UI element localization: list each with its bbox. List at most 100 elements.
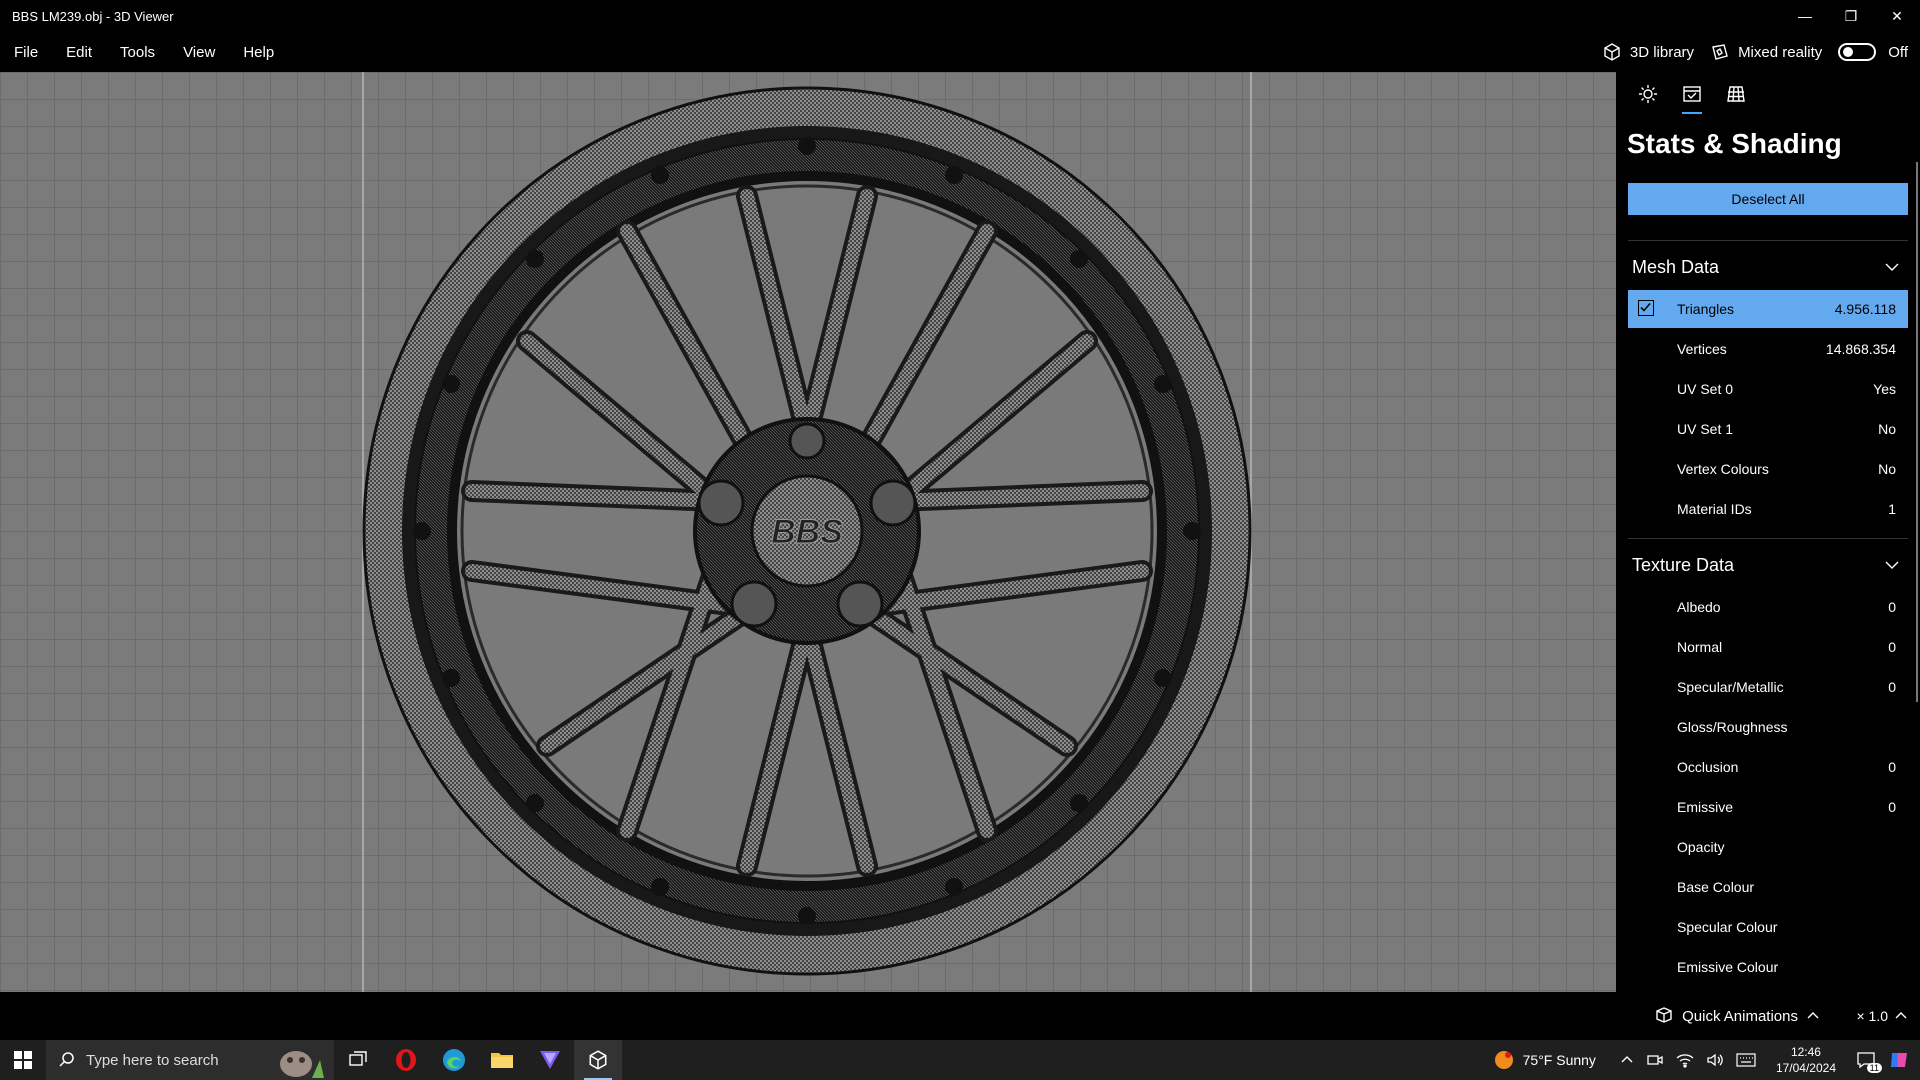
weather-widget[interactable]: 75°F Sunny (1493, 1049, 1596, 1071)
3d-viewport[interactable]: BBS (0, 72, 1616, 992)
texture-row-specular-metallic[interactable]: Specular/Metallic 0 (1628, 668, 1908, 706)
mesh-row-uv-set-1[interactable]: UV Set 1 No (1628, 410, 1908, 448)
animation-speed[interactable]: × 1.0 (1856, 992, 1908, 1040)
sun-weather-icon (1494, 1051, 1513, 1069)
texture-row-gloss-roughness[interactable]: Gloss/Roughness (1628, 708, 1908, 746)
menu-help[interactable]: Help (243, 44, 274, 61)
stats-icon (1683, 86, 1701, 102)
wheel-model[interactable]: BBS (0, 72, 1616, 992)
window-controls: — ❐ ✕ (1782, 0, 1920, 32)
row-label: UV Set 1 (1677, 421, 1734, 437)
taskbar-proton-vpn[interactable] (526, 1040, 574, 1080)
restore-button[interactable]: ❐ (1828, 0, 1874, 32)
menu-tools[interactable]: Tools (120, 44, 155, 61)
mixed-reality-toggle[interactable] (1838, 43, 1877, 61)
3d-library-button[interactable]: 3D library (1602, 42, 1694, 62)
taskbar-edge[interactable] (430, 1040, 478, 1080)
texture-row-specular-colour[interactable]: Specular Colour (1628, 908, 1908, 946)
taskbar-clock[interactable]: 12:46 17/04/2024 (1776, 1044, 1836, 1076)
search-highlight-icon (280, 1051, 324, 1078)
chevron-down-icon (1885, 263, 1899, 271)
menu-edit[interactable]: Edit (66, 44, 92, 61)
row-value: 4.956.118 (1834, 301, 1896, 317)
stats-panel: Stats & Shading Deselect All Mesh Data T… (1616, 72, 1920, 992)
row-label: Emissive (1677, 799, 1734, 815)
wifi-icon[interactable] (1676, 1052, 1694, 1068)
row-value: Yes (1873, 381, 1896, 397)
task-view-icon (349, 1051, 367, 1066)
clock-date: 17/04/2024 (1775, 1061, 1836, 1075)
cube-icon (1604, 43, 1620, 61)
mesh-row-vertices[interactable]: Vertices 14.868.354 (1628, 330, 1908, 368)
clock-time: 12:46 (1790, 1045, 1821, 1059)
texture-row-opacity[interactable]: Opacity (1628, 828, 1908, 866)
taskbar-3d-viewer[interactable] (574, 1040, 622, 1080)
row-value: 0 (1888, 639, 1896, 655)
toggle-knob (1843, 47, 1854, 57)
mesh-row-uv-set-0[interactable]: UV Set 0 Yes (1628, 370, 1908, 408)
row-label: Specular/Metallic (1677, 679, 1784, 695)
menu-file[interactable]: File (14, 44, 38, 61)
mesh-row-triangles[interactable]: Triangles 4.956.118 (1628, 290, 1908, 328)
checkmark-icon (1640, 302, 1651, 312)
meet-now-icon[interactable] (1646, 1052, 1664, 1068)
task-view-button[interactable] (334, 1040, 382, 1080)
menu-view[interactable]: View (183, 44, 215, 61)
row-label: Gloss/Roughness (1677, 719, 1788, 735)
chevron-up-icon[interactable] (1620, 1053, 1634, 1067)
texture-row-emissive[interactable]: Emissive 0 (1628, 788, 1908, 826)
mesh-row-vertex-colours[interactable]: Vertex Colours No (1628, 450, 1908, 488)
row-label: Material IDs (1677, 501, 1752, 517)
cube-icon (589, 1050, 607, 1070)
chevron-down-icon (1885, 561, 1899, 569)
row-label: Triangles (1677, 301, 1735, 317)
mesh-data-header[interactable]: Mesh Data (1628, 240, 1908, 293)
row-label: Emissive Colour (1677, 959, 1779, 975)
taskbar-opera[interactable] (382, 1040, 430, 1080)
chevron-up-icon (1895, 1012, 1907, 1019)
panel-tabs (1626, 84, 1758, 114)
triangles-checkbox[interactable] (1638, 300, 1654, 316)
taskbar-file-explorer[interactable] (478, 1040, 526, 1080)
menu-bar: File Edit Tools View Help 3D library Mix… (0, 32, 1920, 72)
texture-row-albedo[interactable]: Albedo 0 (1628, 588, 1908, 626)
copilot-icon[interactable] (1888, 1049, 1910, 1071)
notifications-button[interactable]: 11 (1856, 1051, 1882, 1073)
start-button[interactable] (0, 1040, 46, 1080)
3d-library-label: 3D library (1629, 43, 1695, 61)
mesh-row-material-ids[interactable]: Material IDs 1 (1628, 490, 1908, 528)
panel-scrollbar[interactable] (1916, 162, 1918, 702)
keyboard-icon[interactable] (1736, 1053, 1756, 1067)
texture-row-occlusion[interactable]: Occlusion 0 (1628, 748, 1908, 786)
row-label: Vertex Colours (1677, 461, 1769, 477)
sun-icon (1639, 85, 1657, 103)
tab-mesh-grid[interactable] (1714, 84, 1758, 114)
texture-row-emissive-colour[interactable]: Emissive Colour (1628, 948, 1908, 986)
mesh-data-title: Mesh Data (1632, 256, 1720, 277)
close-button[interactable]: ✕ (1874, 0, 1920, 32)
texture-row-base-colour[interactable]: Base Colour (1628, 868, 1908, 906)
volume-icon[interactable] (1706, 1052, 1724, 1068)
edge-icon (443, 1049, 465, 1071)
windows-logo-icon (14, 1051, 32, 1069)
vpn-triangle-icon (540, 1051, 560, 1069)
mixed-reality-button[interactable]: Mixed reality (1710, 42, 1822, 62)
texture-row-normal[interactable]: Normal 0 (1628, 628, 1908, 666)
row-value: 1 (1888, 501, 1896, 517)
row-label: Opacity (1677, 839, 1725, 855)
quick-animations-button[interactable]: Quick Animations (1654, 992, 1828, 1040)
tab-stats-shading[interactable] (1670, 84, 1714, 114)
row-label: Specular Colour (1677, 919, 1778, 935)
chevron-up-icon (1807, 1012, 1819, 1019)
center-cap-logo: BBS (771, 513, 843, 551)
texture-data-header[interactable]: Texture Data (1628, 538, 1908, 591)
deselect-all-button[interactable]: Deselect All (1628, 183, 1908, 215)
weather-text: 75°F Sunny (1522, 1052, 1596, 1068)
search-icon (59, 1052, 74, 1067)
row-label: Occlusion (1677, 759, 1739, 775)
tab-lighting[interactable] (1626, 84, 1670, 114)
panel-title: Stats & Shading (1627, 128, 1842, 159)
row-value: No (1878, 461, 1896, 477)
minimize-button[interactable]: — (1782, 0, 1828, 32)
taskbar-search[interactable]: Type here to search (46, 1040, 334, 1080)
